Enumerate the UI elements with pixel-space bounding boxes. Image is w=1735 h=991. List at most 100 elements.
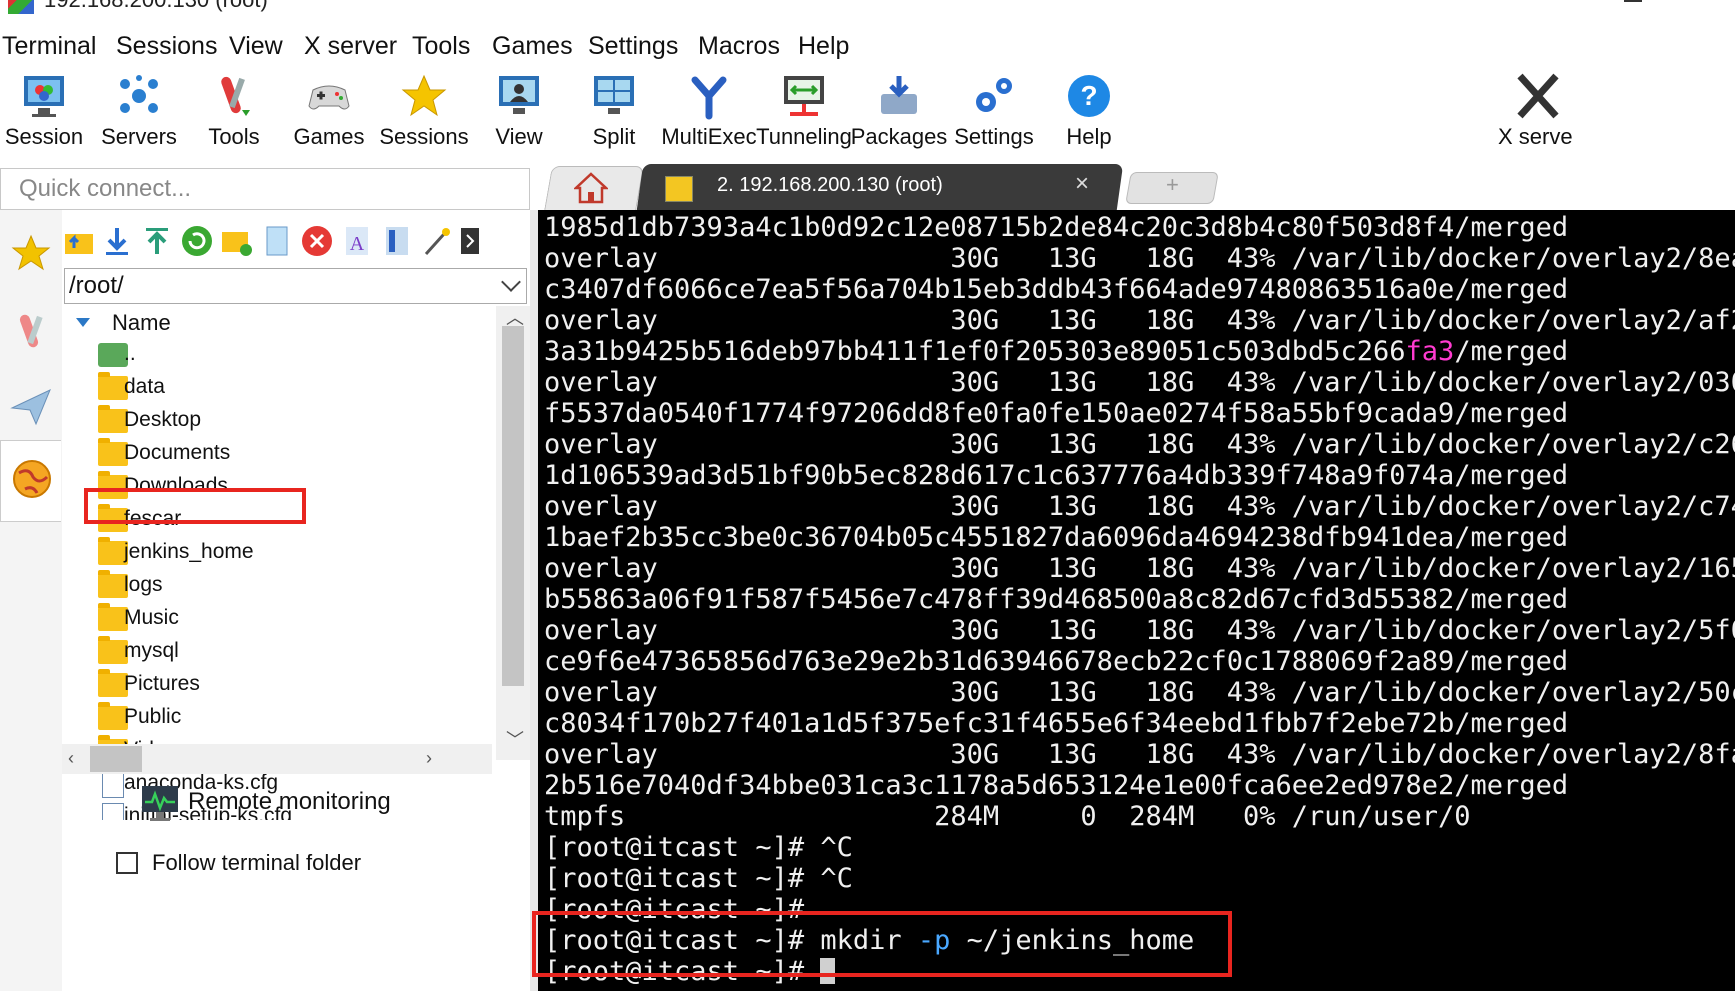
folder-up-icon [65, 234, 93, 254]
minimize-button[interactable] [1624, 0, 1642, 2]
file-list-item[interactable]: Downloads [98, 471, 488, 502]
file-list-item[interactable]: logs [98, 570, 488, 601]
monitor-icon [142, 786, 178, 821]
vertical-scrollbar[interactable]: ︿ ﹀ [496, 306, 530, 760]
download-button[interactable] [100, 224, 134, 258]
sidebar-tab-sessions[interactable] [6, 216, 56, 290]
terminal-line: 2b516e7040df34bbe031ca3c1178a5d653124e1e… [544, 770, 1569, 801]
scroll-right-icon[interactable]: › [426, 748, 432, 769]
menu-help[interactable]: Help [798, 32, 849, 61]
terminal-prompt-line: [root@itcast ~]# [544, 956, 836, 987]
new-file-button[interactable] [260, 224, 294, 258]
refresh-button[interactable] [180, 224, 214, 258]
multiexec-icon [691, 76, 727, 120]
terminal-line: overlay 30G 13G 18G 43% /var/lib/docker/… [544, 491, 1735, 522]
new-folder-button[interactable] [220, 224, 254, 258]
packages-icon [881, 76, 917, 114]
file-list-item[interactable]: fescar [98, 504, 488, 535]
file-name: mysql [124, 639, 179, 662]
rename-button[interactable]: A [340, 224, 374, 258]
scroll-down-icon[interactable]: ﹀ [506, 726, 524, 752]
terminal-line: 1985d1db7393a4c1b0d92c12e08715b2de84c20c… [544, 212, 1569, 243]
file-list-item[interactable]: .. [98, 340, 488, 370]
menu-settings[interactable]: Settings [588, 32, 678, 61]
follow-terminal-checkbox[interactable] [116, 852, 138, 874]
mobaxterm-logo-icon [8, 0, 34, 14]
terminal-output[interactable]: 1985d1db7393a4c1b0d92c12e08715b2de84c20c… [538, 210, 1735, 991]
scroll-left-icon[interactable]: ‹ [68, 748, 74, 769]
toolbar-x-server-button[interactable]: X serve [1488, 68, 1588, 158]
svg-text:?: ? [1080, 80, 1097, 111]
panel-splitter[interactable] [530, 210, 538, 991]
menu-games[interactable]: Games [492, 32, 573, 61]
file-list-item[interactable]: Pictures [98, 669, 488, 700]
upload-icon [146, 228, 168, 254]
file-name: Public [124, 705, 182, 728]
file-name: Downloads [124, 474, 228, 497]
tunneling-icon [784, 76, 824, 116]
sidebar-tab-tools[interactable] [6, 292, 56, 366]
refresh-icon [182, 226, 212, 256]
menu-macros[interactable]: Macros [698, 32, 780, 61]
x-server-icon [1517, 73, 1559, 119]
file-name: fescar [124, 507, 182, 530]
file-list-item[interactable]: Documents [98, 438, 488, 469]
tools-icon [19, 314, 43, 348]
path-field[interactable]: /root/ [64, 268, 527, 304]
split-icon [594, 76, 634, 114]
main-toolbar: Session Servers Tools Games Sessions Vie… [0, 68, 1735, 168]
file-icon [102, 770, 124, 798]
quick-connect-input[interactable] [1, 169, 529, 209]
terminal-line: overlay 30G 13G 18G 43% /var/lib/docker/… [544, 615, 1735, 646]
settings-icon [976, 78, 1012, 112]
terminal-mkdir-line: [root@itcast ~]# mkdir -p ~/jenkins_home [544, 925, 1194, 956]
file-name: Pictures [124, 672, 200, 695]
toolbar-label: X serve [1498, 124, 1573, 149]
file-list-item[interactable]: Desktop [98, 405, 488, 436]
tools-icon [221, 76, 250, 116]
file-name: Music [124, 606, 179, 629]
magic-wand-button[interactable] [420, 224, 454, 258]
file-list-item[interactable]: jenkins_home [98, 537, 488, 568]
menu-view[interactable]: View [229, 32, 283, 61]
session-tabs: 2. 192.168.200.130 (root) × + [530, 160, 1735, 211]
menu-sessions[interactable]: Sessions [116, 32, 217, 61]
ssh-key-icon [665, 176, 693, 202]
sftp-browser: A /root/ Name .. data Desktop Documents Down… [62, 210, 530, 991]
scrollbar-thumb[interactable] [502, 326, 524, 686]
delete-icon [302, 226, 332, 256]
menu-terminal[interactable]: Terminal [2, 32, 96, 61]
terminal-line: overlay 30G 13G 18G 43% /var/lib/docker/… [544, 243, 1735, 274]
quick-connect-field[interactable] [0, 168, 530, 210]
sidebar-tab-sftp[interactable] [0, 440, 61, 522]
tab-session-content: 2. 192.168.200.130 (root) × [655, 164, 1115, 210]
column-header-name[interactable]: Name [112, 310, 171, 336]
chevron-down-icon[interactable] [501, 272, 521, 292]
menu-tools[interactable]: Tools [412, 32, 470, 61]
help-icon: ? [1068, 75, 1110, 117]
file-list-item[interactable]: mysql [98, 636, 488, 667]
terminal-line: 1d106539ad3d51bf90b5ec828d617c1c637776a4… [544, 460, 1569, 491]
file-list-item[interactable]: data [98, 372, 488, 403]
properties-button[interactable] [380, 224, 414, 258]
more-tools-button[interactable] [460, 224, 480, 258]
sidebar-tab-macros[interactable] [6, 368, 56, 442]
terminal-line: overlay 30G 13G 18G 43% /var/lib/docker/… [544, 367, 1735, 398]
title-bar: 192.168.200.130 (root) [0, 0, 1735, 16]
close-tab-icon[interactable]: × [1075, 170, 1089, 198]
properties-icon [386, 227, 408, 255]
toolbar-help-button[interactable]: ? Help [1039, 68, 1139, 158]
terminal-line: overlay 30G 13G 18G 43% /var/lib/docker/… [544, 305, 1735, 336]
delete-button[interactable] [300, 224, 334, 258]
file-name: jenkins_home [124, 540, 254, 563]
scrollbar-thumb[interactable] [90, 746, 142, 772]
horizontal-scrollbar[interactable]: ‹ › [62, 744, 492, 774]
file-name: Documents [124, 441, 231, 464]
file-name: .. [124, 342, 136, 365]
parent-folder-button[interactable] [62, 224, 96, 258]
file-list-item[interactable]: Music [98, 603, 488, 634]
upload-button[interactable] [140, 224, 174, 258]
session-icon [24, 76, 64, 117]
file-list-item[interactable]: Public [98, 702, 488, 733]
menu-x-server[interactable]: X server [304, 32, 397, 61]
